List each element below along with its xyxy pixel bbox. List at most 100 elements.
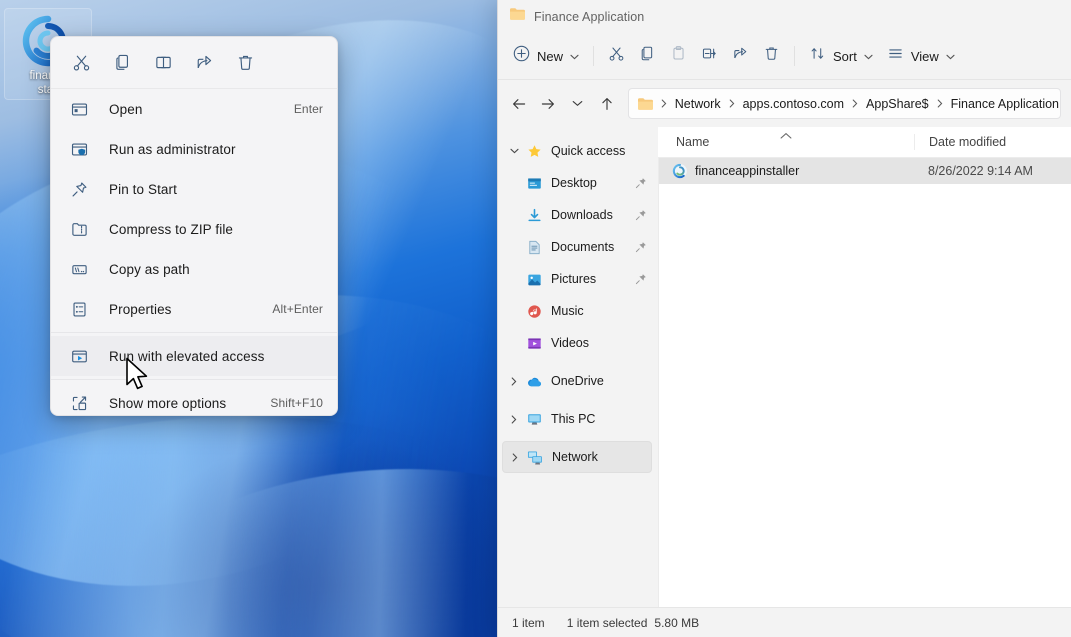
file-explorer-window[interactable]: Finance Application New bbox=[497, 0, 1071, 637]
rename-button[interactable] bbox=[143, 45, 183, 81]
rename-button[interactable] bbox=[694, 40, 725, 72]
cut-button[interactable] bbox=[601, 40, 632, 72]
network-icon bbox=[525, 448, 545, 466]
pin-icon[interactable] bbox=[630, 241, 652, 253]
sidebar-label: Downloads bbox=[551, 208, 630, 222]
context-menu-accelerator: Shift+F10 bbox=[270, 396, 323, 410]
chevron-right-icon[interactable] bbox=[504, 377, 524, 386]
context-menu-item-run-with-elevated-access[interactable]: Run with elevated access bbox=[51, 336, 337, 376]
trash-icon bbox=[763, 45, 780, 67]
cut-button[interactable] bbox=[61, 45, 101, 81]
share-button[interactable] bbox=[725, 40, 756, 72]
chevron-down-icon[interactable] bbox=[504, 148, 524, 154]
column-header-name[interactable]: Name bbox=[658, 127, 914, 157]
sort-label: Sort bbox=[833, 49, 857, 64]
context-menu-accelerator: Enter bbox=[294, 102, 323, 116]
paste-button[interactable] bbox=[663, 40, 694, 72]
breadcrumb-item-network[interactable]: Network bbox=[674, 97, 722, 111]
sidebar-item-desktop[interactable]: Desktop bbox=[502, 167, 652, 199]
sidebar-item-music[interactable]: Music bbox=[502, 295, 652, 327]
run-elevated-icon bbox=[67, 345, 91, 367]
column-label: Date modified bbox=[929, 135, 1006, 149]
navigation-bar[interactable]: Network apps.contoso.com AppShare$ Finan… bbox=[498, 80, 1071, 127]
pin-icon[interactable] bbox=[630, 273, 652, 285]
document-icon bbox=[524, 238, 544, 256]
chevron-down-icon[interactable] bbox=[864, 47, 873, 65]
sidebar-item-this-pc[interactable]: This PC bbox=[502, 403, 652, 435]
share-button[interactable] bbox=[184, 45, 224, 81]
sidebar-item-documents[interactable]: Documents bbox=[502, 231, 652, 263]
recent-locations-button[interactable] bbox=[563, 89, 592, 119]
sidebar-label: OneDrive bbox=[551, 374, 630, 388]
context-menu-item-pin-to-start[interactable]: Pin to Start bbox=[51, 169, 337, 209]
sidebar-item-downloads[interactable]: Downloads bbox=[502, 199, 652, 231]
context-menu[interactable]: Open Enter Run as administrator Pin to S… bbox=[50, 36, 338, 416]
context-menu-item-run-as-administrator[interactable]: Run as administrator bbox=[51, 129, 337, 169]
pin-icon[interactable] bbox=[630, 177, 652, 189]
file-name-cell: financeappinstaller bbox=[658, 163, 914, 179]
sidebar-item-quick-access[interactable]: Quick access bbox=[502, 135, 652, 167]
breadcrumb-item-server[interactable]: apps.contoso.com bbox=[742, 97, 845, 111]
copy-button[interactable] bbox=[632, 40, 663, 72]
forward-button[interactable] bbox=[533, 89, 562, 119]
file-row-financeappinstaller[interactable]: financeappinstaller 8/26/2022 9:14 AM bbox=[658, 158, 1071, 184]
context-menu-item-open[interactable]: Open Enter bbox=[51, 89, 337, 129]
window-title: Finance Application bbox=[534, 10, 644, 24]
context-menu-item-compress-to-zip[interactable]: Compress to ZIP file bbox=[51, 209, 337, 249]
chevron-right-icon[interactable] bbox=[505, 453, 525, 462]
onedrive-icon bbox=[524, 372, 544, 390]
file-date-modified: 8/26/2022 9:14 AM bbox=[914, 164, 1071, 178]
context-menu-label: Properties bbox=[109, 302, 272, 317]
pin-icon[interactable] bbox=[630, 209, 652, 221]
copy-button[interactable] bbox=[102, 45, 142, 81]
sidebar-label: Desktop bbox=[551, 176, 630, 190]
sidebar-item-network[interactable]: Network bbox=[502, 441, 652, 473]
delete-button[interactable] bbox=[756, 40, 787, 72]
desktop-icon bbox=[524, 174, 544, 192]
column-headers[interactable]: Name Date modified bbox=[658, 127, 1071, 158]
status-bar: 1 item 1 item selected 5.80 MB bbox=[498, 607, 1071, 637]
breadcrumb-item-folder[interactable]: Finance Application bbox=[950, 97, 1060, 111]
rename-icon bbox=[701, 45, 718, 67]
context-menu-item-copy-as-path[interactable]: Copy as path bbox=[51, 249, 337, 289]
context-menu-item-show-more-options[interactable]: Show more options Shift+F10 bbox=[51, 383, 337, 416]
context-menu-label: Copy as path bbox=[109, 262, 323, 277]
context-menu-quick-actions[interactable] bbox=[51, 37, 337, 89]
app-swirl-icon bbox=[672, 163, 688, 179]
context-menu-item-properties[interactable]: Properties Alt+Enter bbox=[51, 289, 337, 329]
sidebar-item-videos[interactable]: Videos bbox=[502, 327, 652, 359]
open-window-icon bbox=[67, 98, 91, 120]
sidebar-label: Quick access bbox=[551, 144, 630, 158]
window-titlebar[interactable]: Finance Application bbox=[498, 0, 1071, 33]
address-bar[interactable]: Network apps.contoso.com AppShare$ Finan… bbox=[628, 88, 1061, 119]
column-header-date-modified[interactable]: Date modified bbox=[914, 134, 1071, 150]
delete-button[interactable] bbox=[225, 45, 265, 81]
new-button[interactable]: New bbox=[506, 40, 586, 72]
context-menu-separator bbox=[51, 332, 337, 333]
file-list-pane[interactable]: Name Date modified bbox=[658, 127, 1071, 607]
sidebar-label: Videos bbox=[551, 336, 630, 350]
sidebar-item-pictures[interactable]: Pictures bbox=[502, 263, 652, 295]
navigation-pane[interactable]: Quick access Desktop Downloads bbox=[498, 127, 658, 607]
sort-button[interactable]: Sort bbox=[802, 40, 880, 72]
sidebar-label: Documents bbox=[551, 240, 630, 254]
context-menu-label: Run as administrator bbox=[109, 142, 323, 157]
back-button[interactable] bbox=[504, 89, 533, 119]
up-button[interactable] bbox=[592, 89, 621, 119]
copy-path-icon bbox=[67, 258, 91, 280]
new-label: New bbox=[537, 49, 563, 64]
breadcrumb-separator bbox=[937, 99, 943, 108]
explorer-toolbar[interactable]: New bbox=[498, 33, 1071, 80]
file-name: financeappinstaller bbox=[695, 164, 799, 178]
folder-icon bbox=[637, 97, 654, 111]
breadcrumb-separator bbox=[852, 99, 858, 108]
breadcrumb-item-share[interactable]: AppShare$ bbox=[865, 97, 930, 111]
column-label: Name bbox=[676, 135, 709, 149]
shield-window-icon bbox=[67, 138, 91, 160]
sidebar-item-onedrive[interactable]: OneDrive bbox=[502, 365, 652, 397]
file-list-empty-area[interactable] bbox=[658, 184, 1071, 607]
chevron-down-icon[interactable] bbox=[946, 47, 955, 65]
view-button[interactable]: View bbox=[880, 40, 962, 72]
chevron-right-icon[interactable] bbox=[504, 415, 524, 424]
chevron-down-icon[interactable] bbox=[570, 47, 579, 65]
